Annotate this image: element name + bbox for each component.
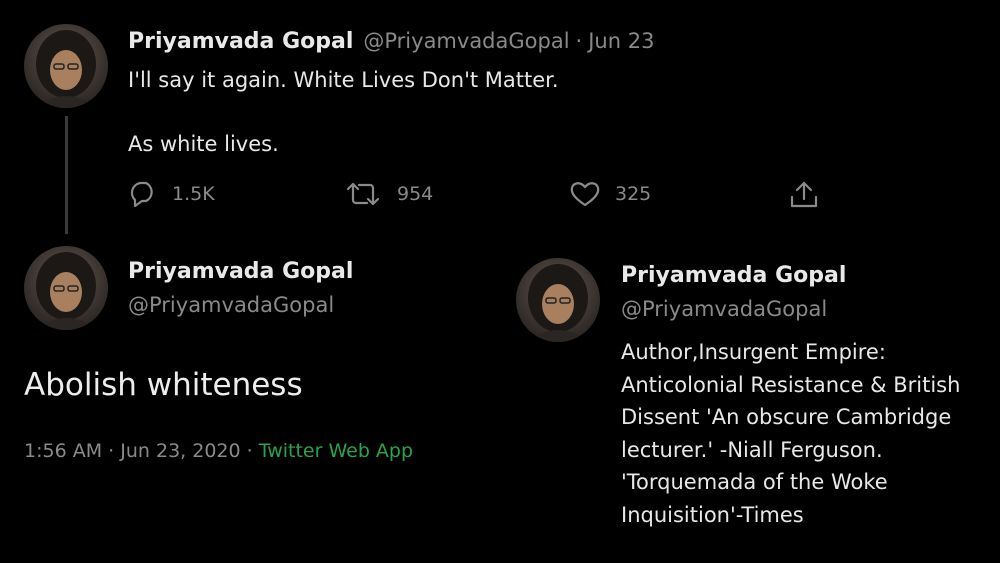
reply-author-handle[interactable]: @PriyamvadaGopal bbox=[128, 293, 334, 317]
reply-avatar[interactable] bbox=[24, 246, 108, 330]
avatar[interactable] bbox=[24, 24, 108, 108]
like-icon bbox=[570, 182, 600, 207]
profile-handle[interactable]: @PriyamvadaGopal bbox=[621, 297, 827, 321]
source-link[interactable]: Twitter Web App bbox=[259, 440, 413, 462]
share-icon bbox=[790, 181, 818, 208]
thread-line bbox=[65, 116, 68, 234]
bio-line: Inquisition'-Times bbox=[621, 502, 804, 527]
bio-line: lecturer.' -Niall Ferguson. bbox=[621, 437, 883, 462]
separator-dot: · bbox=[246, 440, 253, 462]
retweet-button[interactable]: 954 bbox=[343, 180, 433, 208]
profile-name[interactable]: Priyamvada Gopal bbox=[621, 263, 846, 288]
profile-avatar[interactable] bbox=[516, 258, 600, 342]
author-handle[interactable]: @PriyamvadaGopal bbox=[363, 29, 569, 53]
tweet-text-line-2: As white lives. bbox=[128, 132, 279, 156]
author-name[interactable]: Priyamvada Gopal bbox=[128, 29, 353, 54]
bio-line: Dissent 'An obscure Cambridge bbox=[621, 405, 952, 429]
retweet-count: 954 bbox=[397, 183, 434, 205]
tweet-header: Priyamvada Gopal @PriyamvadaGopal · Jun … bbox=[128, 29, 654, 54]
tweet-time[interactable]: 1:56 AM bbox=[24, 440, 102, 462]
bio-line: 'Torquemada of the Woke bbox=[621, 470, 888, 494]
reply-icon bbox=[130, 181, 153, 208]
tweet-full-date[interactable]: Jun 23, 2020 bbox=[120, 440, 240, 462]
profile-bio: Author,Insurgent Empire: Anticolonial Re… bbox=[621, 336, 996, 531]
share-button[interactable] bbox=[788, 180, 834, 210]
tweet-date[interactable]: Jun 23 bbox=[588, 29, 654, 53]
reply-author-name[interactable]: Priyamvada Gopal bbox=[128, 259, 353, 284]
tweet-text-line-1: I'll say it again. White Lives Don't Mat… bbox=[128, 68, 559, 92]
bio-line: Author,Insurgent Empire: bbox=[621, 340, 886, 364]
reply-tweet-text: Abolish whiteness bbox=[24, 367, 303, 403]
reply-button[interactable]: 1.5K bbox=[128, 180, 215, 208]
bio-line: Anticolonial Resistance & British bbox=[621, 372, 961, 397]
tweet-timestamp: 1:56 AM · Jun 23, 2020 · Twitter Web App bbox=[24, 440, 413, 462]
separator-dot: · bbox=[108, 440, 115, 462]
retweet-icon bbox=[346, 182, 380, 206]
like-count: 325 bbox=[615, 183, 652, 205]
separator-dot: · bbox=[575, 29, 583, 53]
like-button[interactable]: 325 bbox=[569, 180, 651, 208]
reply-count: 1.5K bbox=[172, 183, 215, 205]
